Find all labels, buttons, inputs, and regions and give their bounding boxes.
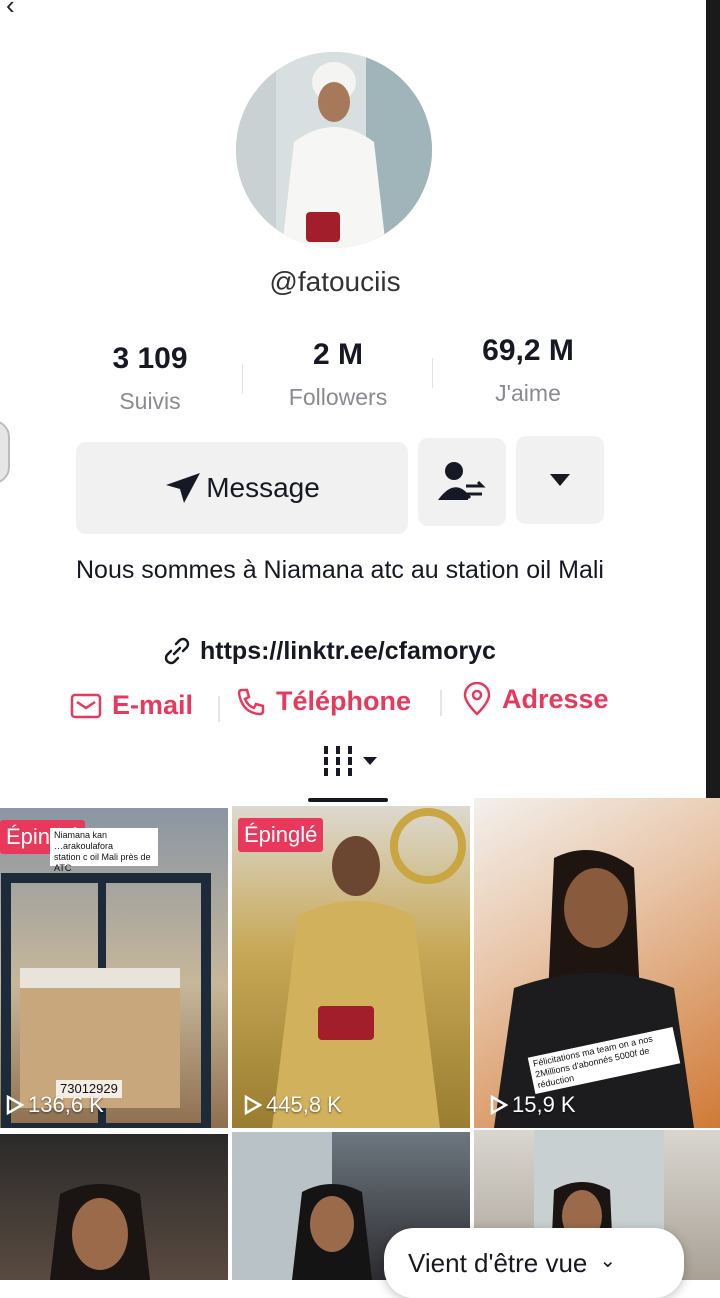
play-icon bbox=[244, 1095, 262, 1115]
stat-divider bbox=[432, 358, 433, 388]
video-tile[interactable]: Félicitations ma team on a nos 2Millions… bbox=[474, 798, 720, 1128]
recently-viewed-toast[interactable]: Vient d'être vue ⌄ bbox=[384, 1228, 684, 1298]
stat-following[interactable]: 3 109 Suivis bbox=[90, 342, 210, 415]
active-tab-indicator bbox=[308, 798, 388, 802]
location-pin-icon bbox=[463, 682, 491, 716]
profile-link-text: https://linktr.ee/cfamoryc bbox=[200, 636, 496, 665]
play-icon bbox=[6, 1095, 24, 1115]
profile-link[interactable]: https://linktr.ee/cfamoryc bbox=[162, 636, 496, 666]
video-views-count: 15,9 K bbox=[512, 1092, 576, 1117]
video-tile[interactable]: Épinglé 445,8 K bbox=[232, 806, 470, 1128]
contact-divider bbox=[218, 696, 220, 722]
contact-divider bbox=[440, 690, 442, 716]
back-arrow-icon[interactable]: ‹ bbox=[6, 0, 15, 21]
video-tile[interactable]: Épinglé Niamana kan …arakoulafora station … bbox=[0, 808, 228, 1128]
link-icon bbox=[164, 637, 190, 665]
caret-down-icon bbox=[363, 757, 377, 765]
video-views-count: 445,8 K bbox=[266, 1092, 342, 1117]
stat-followers-label: Followers bbox=[288, 384, 388, 410]
message-button[interactable]: Message bbox=[76, 442, 408, 534]
toast-label: Vient d'être vue bbox=[408, 1248, 588, 1278]
side-handle bbox=[0, 420, 10, 484]
email-label: E-mail bbox=[112, 690, 194, 720]
email-button[interactable]: E-mail bbox=[70, 690, 193, 721]
video-views-count: 136,6 K bbox=[28, 1092, 104, 1117]
message-button-label: Message bbox=[206, 472, 320, 503]
grid-icon bbox=[324, 746, 352, 776]
chevron-double-down-icon: ⌄ bbox=[599, 1250, 617, 1272]
stat-followers-value: 2 M bbox=[312, 338, 363, 371]
profile-handle: @fatouciis bbox=[269, 266, 401, 297]
address-label: Adresse bbox=[502, 683, 609, 714]
profile-bio: Nous sommes à Niamana atc au station oil… bbox=[75, 556, 604, 584]
stat-likes[interactable]: 69,2 M J'aime bbox=[460, 334, 596, 407]
video-caption-overlay: Niamana kan …arakoulafora station c oil Ma… bbox=[50, 828, 158, 873]
phone-icon bbox=[237, 688, 265, 715]
tab-videos-grid[interactable] bbox=[322, 744, 378, 778]
address-button[interactable]: Adresse bbox=[462, 682, 609, 716]
stat-divider bbox=[242, 364, 243, 394]
video-views: 15,9 K bbox=[490, 1092, 576, 1118]
suggested-accounts-button[interactable] bbox=[418, 438, 506, 526]
mail-icon bbox=[70, 693, 102, 718]
more-options-button[interactable] bbox=[516, 436, 604, 524]
play-icon bbox=[490, 1095, 508, 1115]
phone-label: Téléphone bbox=[276, 686, 412, 716]
caret-down-icon bbox=[550, 474, 570, 486]
phone-button[interactable]: Téléphone bbox=[236, 686, 411, 717]
stat-followers[interactable]: 2 M Followers bbox=[270, 338, 406, 411]
stat-likes-label: J'aime bbox=[495, 380, 561, 406]
video-views: 136,6 K bbox=[6, 1092, 104, 1118]
stat-likes-value: 69,2 M bbox=[482, 334, 574, 367]
user-swap-icon bbox=[438, 462, 486, 500]
stat-following-label: Suivis bbox=[119, 388, 181, 414]
pinned-badge: Épinglé bbox=[238, 818, 324, 852]
send-icon bbox=[166, 473, 201, 503]
avatar[interactable] bbox=[236, 52, 432, 248]
stat-following-value: 3 109 bbox=[112, 342, 188, 375]
video-tile[interactable] bbox=[0, 1134, 228, 1280]
screen-edge bbox=[706, 0, 720, 800]
video-views: 445,8 K bbox=[244, 1092, 342, 1118]
